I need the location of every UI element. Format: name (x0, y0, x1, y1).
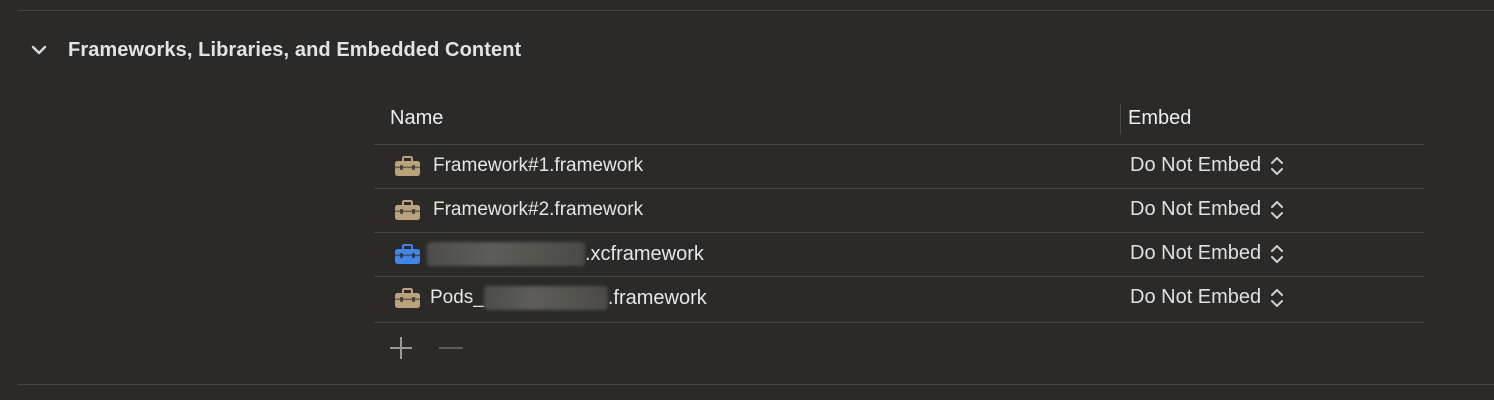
embed-popup-button[interactable]: Do Not Embed (1130, 242, 1285, 265)
section-header[interactable]: Frameworks, Libraries, and Embedded Cont… (28, 34, 521, 66)
framework-name: .xcframework (427, 241, 704, 267)
general-settings-panel: Frameworks, Libraries, and Embedded Cont… (0, 0, 1494, 400)
updown-chevron-icon (1269, 155, 1285, 177)
framework-name-prefix: Framework#1.framework (433, 155, 644, 176)
framework-name-suffix: .framework (607, 286, 707, 309)
embed-value: Do Not Embed (1130, 154, 1262, 176)
toolbox-icon (394, 200, 421, 221)
updown-chevron-icon (1269, 243, 1285, 265)
embed-value: Do Not Embed (1130, 286, 1262, 308)
updown-chevron-icon (1269, 199, 1285, 221)
table-header: Name Embed (374, 96, 1424, 145)
table-row[interactable]: Pods_ .framework Do Not Embed (374, 277, 1424, 323)
frameworks-table: Name Embed Framework#1.framework Do Not E… (374, 96, 1424, 323)
embed-popup-button[interactable]: Do Not Embed (1130, 286, 1285, 309)
redacted-text (427, 242, 585, 266)
chevron-down-icon[interactable] (28, 39, 50, 61)
embed-value: Do Not Embed (1130, 198, 1262, 220)
table-controls (386, 334, 466, 362)
plus-icon[interactable] (386, 334, 416, 362)
embed-popup-button[interactable]: Do Not Embed (1130, 154, 1285, 177)
toolbox-icon (394, 288, 421, 309)
embed-value: Do Not Embed (1130, 242, 1262, 264)
column-header-name[interactable]: Name (390, 107, 443, 130)
embed-popup-button[interactable]: Do Not Embed (1130, 198, 1285, 221)
toolbox-icon (394, 156, 421, 177)
toolbox-icon (394, 244, 421, 265)
framework-name-suffix: .xcframework (585, 242, 704, 265)
redacted-text (483, 286, 608, 310)
top-divider (18, 10, 1494, 11)
updown-chevron-icon (1269, 287, 1285, 309)
column-header-embed[interactable]: Embed (1128, 107, 1191, 130)
table-body: Framework#1.framework Do Not Embed Framewo… (374, 145, 1424, 323)
section-title: Frameworks, Libraries, and Embedded Cont… (68, 38, 522, 61)
framework-name-prefix: Framework#2.framework (433, 199, 644, 220)
framework-name-prefix: Pods_ (430, 287, 484, 308)
framework-name: Pods_ .framework (430, 285, 707, 311)
minus-icon[interactable] (436, 334, 466, 362)
framework-name: Framework#2.framework (433, 197, 643, 223)
table-row[interactable]: .xcframework Do Not Embed (374, 233, 1424, 277)
table-row[interactable]: Framework#1.framework Do Not Embed (374, 145, 1424, 189)
table-row[interactable]: Framework#2.framework Do Not Embed (374, 189, 1424, 233)
bottom-divider (18, 384, 1494, 385)
framework-name: Framework#1.framework (433, 153, 643, 179)
column-separator[interactable] (1120, 104, 1121, 134)
